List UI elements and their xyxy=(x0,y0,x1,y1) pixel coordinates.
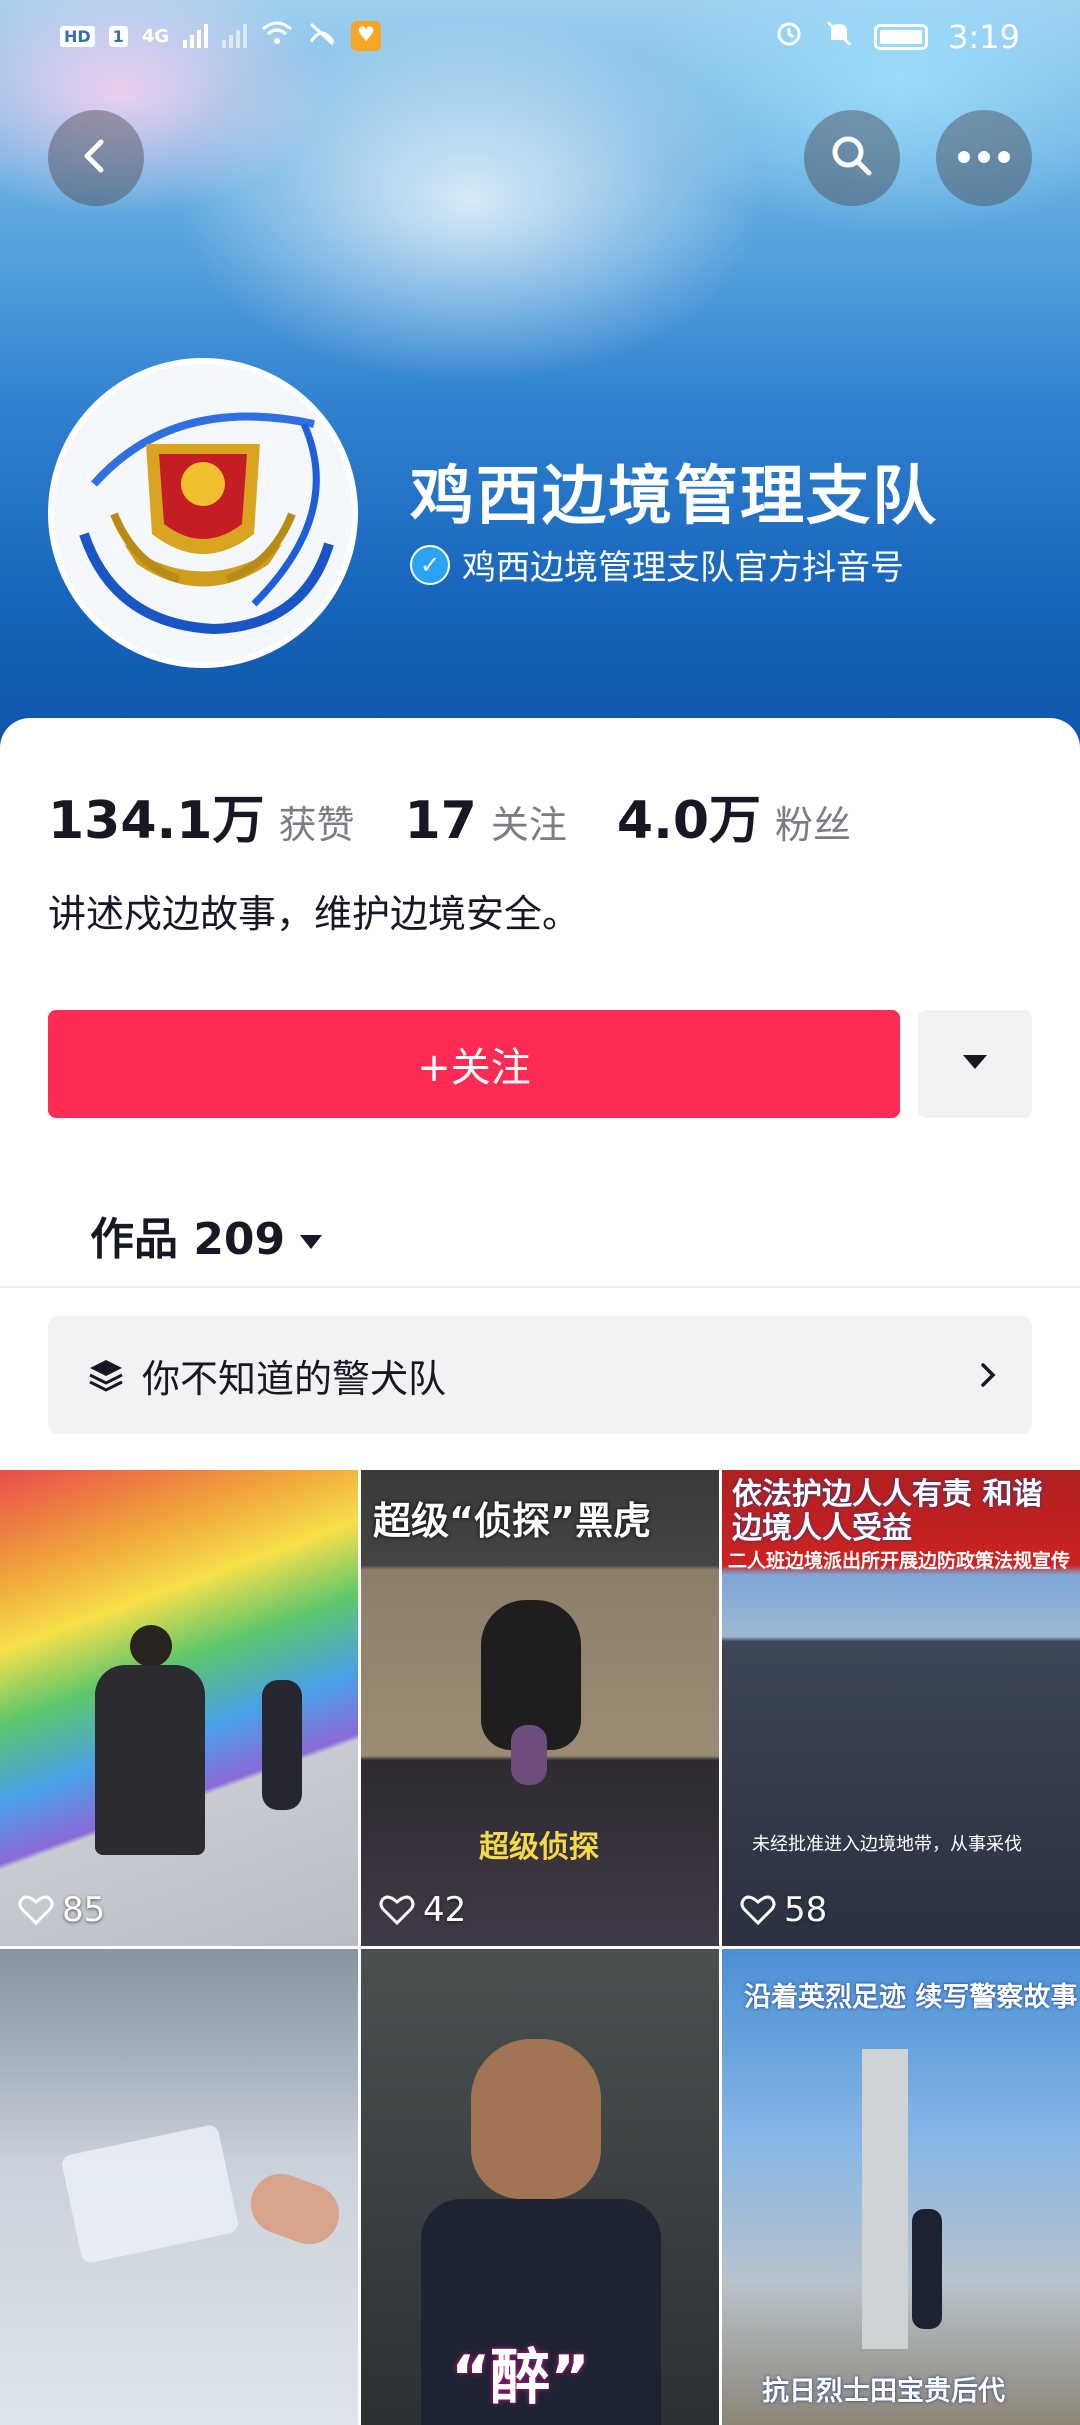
caret-down-icon xyxy=(299,1210,323,1261)
video-caption-overlay: 抗日烈士田宝贵后代 xyxy=(762,2376,1005,2407)
status-left: HD 1 4G xyxy=(60,20,382,52)
profile-bio: 讲述戍边故事，维护边境安全。 xyxy=(48,892,581,936)
video-grid: 85 超级“侦探”黑虎 超级侦探 42 依法护边人人有责 和谐边境人人受益 二人… xyxy=(0,1470,1080,2425)
stats-row: 134.1万 获赞 17 关注 4.0万 粉丝 xyxy=(48,778,901,853)
police-emblem-icon xyxy=(54,364,352,662)
collection-label: 你不知道的警犬队 xyxy=(142,1356,447,1401)
search-button[interactable] xyxy=(804,110,900,206)
more-button[interactable] xyxy=(936,110,1032,206)
chevron-right-icon xyxy=(980,1362,996,1388)
like-count: 85 xyxy=(18,1890,105,1930)
video-thumbnail[interactable]: “醉” xyxy=(361,1949,719,2425)
following-count[interactable]: 17 xyxy=(405,791,477,851)
following-label[interactable]: 关注 xyxy=(491,794,567,849)
signal-icon xyxy=(183,24,209,48)
heart-outline-icon xyxy=(740,1895,776,1926)
video-title-overlay: 超级“侦探”黑虎 xyxy=(373,1499,651,1543)
hotspot-off-icon xyxy=(307,20,337,52)
chevron-left-icon xyxy=(76,136,116,180)
person-body-2 xyxy=(262,1680,302,1810)
verified-row: ✓ 鸡西边境管理支队官方抖音号 xyxy=(410,540,904,589)
app-notification-icon xyxy=(351,21,382,51)
back-button[interactable] xyxy=(48,110,144,206)
video-caption-overlay: 未经批准进入边境地带，从事采伐 xyxy=(752,1834,1022,1855)
like-count-value: 42 xyxy=(423,1890,467,1930)
monument-shape xyxy=(862,2049,908,2349)
collection-entry[interactable]: 你不知道的警犬队 xyxy=(48,1316,1032,1434)
like-count-value: 58 xyxy=(784,1890,828,1930)
like-count: 42 xyxy=(379,1890,466,1930)
hd-indicator: HD xyxy=(60,25,95,47)
video-thumbnail[interactable]: 沿着英烈足迹 续写警察故事 抗日烈士田宝贵后代 xyxy=(722,1949,1080,2425)
tab-works-label: 作品 209 xyxy=(90,1214,286,1265)
layers-icon xyxy=(88,1358,124,1392)
video-caption-overlay: 超级侦探 xyxy=(479,1830,599,1865)
alarm-icon xyxy=(774,18,804,56)
network-type: 4G xyxy=(141,25,170,47)
profile-sheet: 134.1万 获赞 17 关注 4.0万 粉丝 讲述戍边故事，维护边境安全。 +… xyxy=(0,718,1080,2425)
signal-2-icon xyxy=(222,24,248,48)
person-body xyxy=(95,1665,205,1855)
status-right: 3:19 xyxy=(774,18,1020,56)
likes-count: 134.1万 xyxy=(48,791,265,851)
heart-outline-icon xyxy=(18,1895,54,1926)
video-thumbnail[interactable] xyxy=(0,1949,358,2425)
verified-badge-icon: ✓ xyxy=(410,544,450,585)
person-shape xyxy=(912,2209,942,2329)
followers-label[interactable]: 粉丝 xyxy=(775,794,851,849)
video-thumbnail[interactable]: 依法护边人人有责 和谐边境人人受益 二人班边境派出所开展边防政策法规宣传 未经批… xyxy=(722,1470,1080,1946)
like-count: 58 xyxy=(740,1890,827,1930)
hand-shape xyxy=(242,2165,348,2253)
dog-tongue xyxy=(511,1725,547,1785)
ice-shape xyxy=(60,2123,240,2265)
follow-button[interactable]: +关注 xyxy=(48,1010,900,1118)
status-time: 3:19 xyxy=(948,18,1020,56)
video-thumbnail[interactable]: 超级“侦探”黑虎 超级侦探 42 xyxy=(361,1470,719,1946)
video-title-overlay: 依法护边人人有责 和谐边境人人受益 xyxy=(732,1477,1043,1546)
person-head xyxy=(130,1625,172,1667)
like-count-value: 85 xyxy=(62,1890,106,1930)
battery-icon xyxy=(874,24,929,50)
search-icon xyxy=(829,133,875,183)
tab-works[interactable]: 作品 209 xyxy=(90,1203,323,1267)
sim-indicator: 1 xyxy=(108,25,128,47)
avatar[interactable] xyxy=(48,358,358,668)
divider xyxy=(0,1286,1080,1288)
caret-down-icon xyxy=(962,1054,988,1074)
video-caption-overlay: “醉” xyxy=(451,2343,590,2413)
heart-outline-icon xyxy=(379,1895,415,1926)
followers-count[interactable]: 4.0万 xyxy=(617,778,761,853)
profile-name: 鸡西边境管理支队 xyxy=(410,460,938,534)
recommend-dropdown-button[interactable] xyxy=(918,1010,1032,1118)
video-title-overlay: 沿着英烈足迹 续写警察故事 xyxy=(744,1982,1078,2013)
more-horizontal-icon xyxy=(957,149,1011,168)
verified-text: 鸡西边境管理支队官方抖音号 xyxy=(462,548,904,588)
likes-label: 获赞 xyxy=(278,803,355,847)
wifi-icon xyxy=(261,20,293,52)
video-subtitle-overlay: 二人班边境派出所开展边防政策法规宣传 xyxy=(728,1550,1071,1572)
person-face xyxy=(471,2039,601,2199)
video-thumbnail[interactable]: 85 xyxy=(0,1470,358,1946)
status-bar: HD 1 4G 3:19 xyxy=(0,0,1080,80)
mute-icon xyxy=(824,18,854,56)
